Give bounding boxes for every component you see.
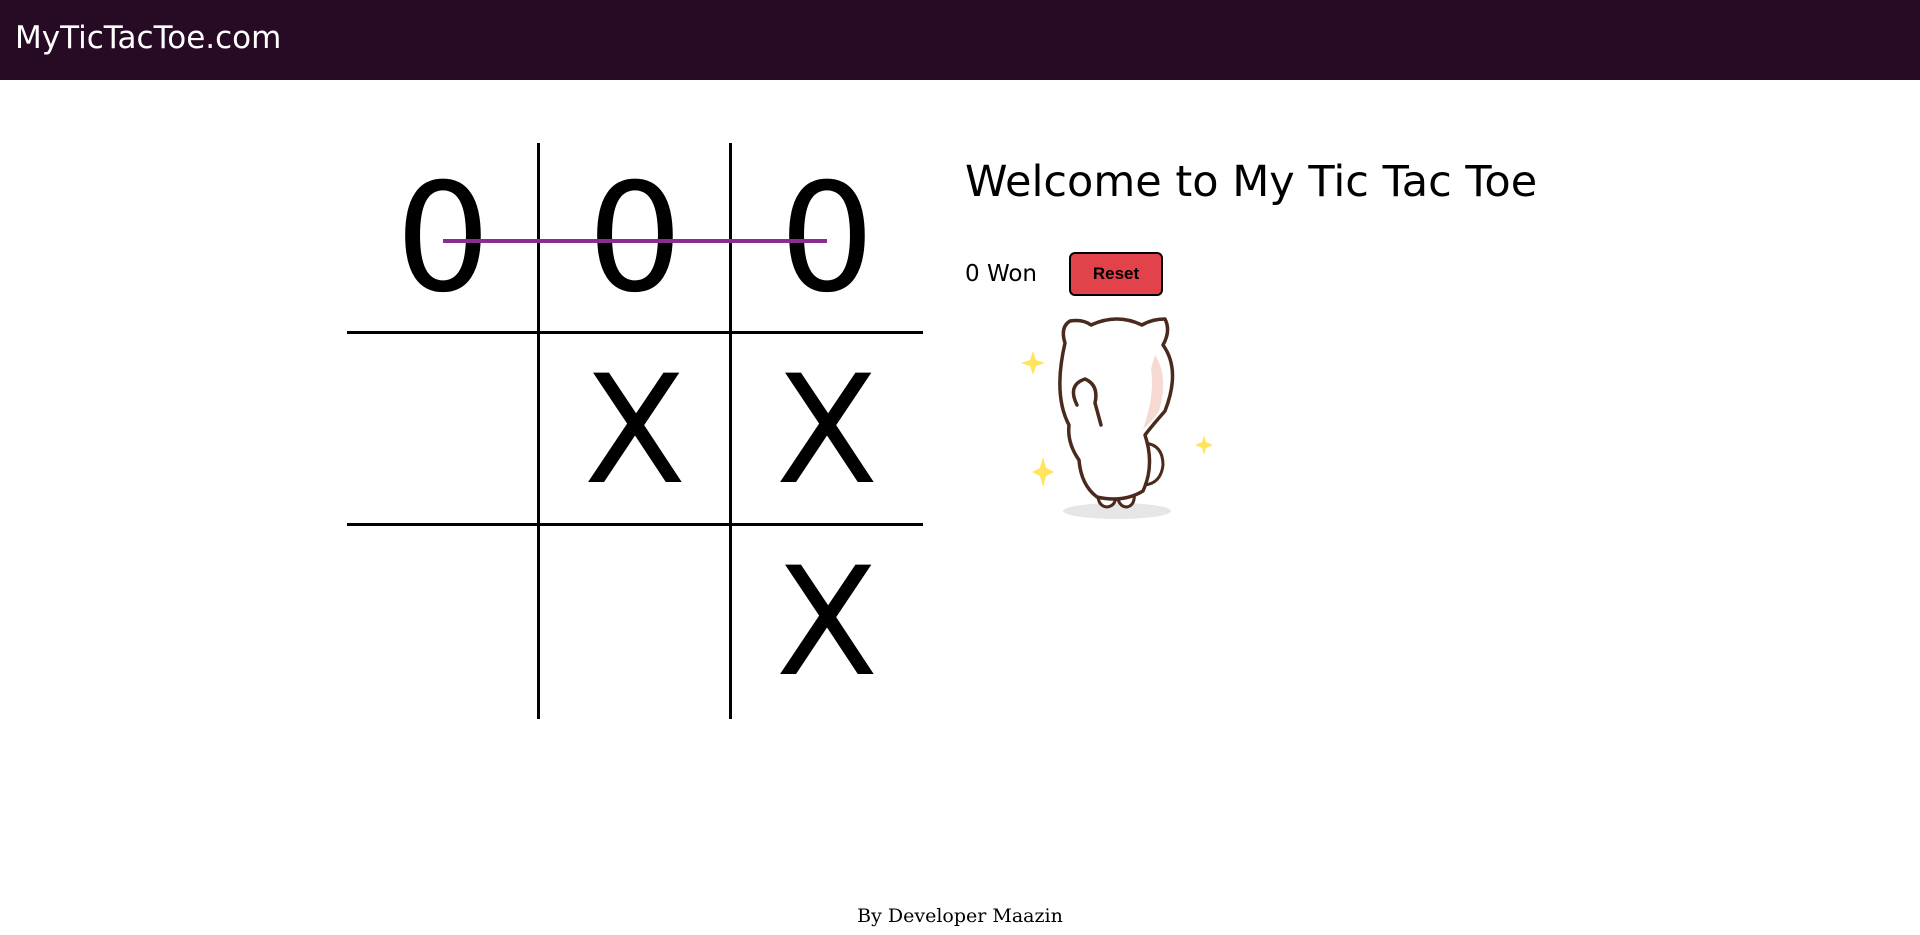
score-count: 0 Won — [965, 261, 1037, 287]
cell-2-0[interactable] — [347, 527, 539, 719]
footer-credit: By Developer Maazin — [857, 905, 1063, 927]
score-row: 0 Won Reset — [965, 252, 1163, 296]
cell-2-1[interactable] — [539, 527, 731, 719]
page-title: Welcome to My Tic Tac Toe — [965, 157, 1538, 207]
game-board: 0 0 0 X X X — [347, 143, 923, 719]
reset-button[interactable]: Reset — [1069, 252, 1163, 296]
grid-line — [347, 331, 923, 334]
cell-2-2[interactable]: X — [731, 527, 923, 719]
grid-line — [729, 143, 732, 719]
brand-link[interactable]: MyTicTacToe.com — [15, 18, 281, 58]
grid-line — [347, 523, 923, 526]
winning-strike-line — [443, 239, 827, 243]
waving-cat-icon — [1005, 315, 1225, 525]
cell-1-2[interactable]: X — [731, 335, 923, 527]
cell-mark: X — [775, 536, 879, 710]
grid-line — [537, 143, 540, 719]
navbar: MyTicTacToe.com — [0, 0, 1920, 80]
info-panel: Welcome to My Tic Tac Toe 0 Won Reset — [965, 157, 1538, 296]
cell-1-1[interactable]: X — [539, 335, 731, 527]
cell-mark: X — [583, 344, 687, 518]
cell-1-0[interactable] — [347, 335, 539, 527]
cell-mark: X — [775, 344, 879, 518]
